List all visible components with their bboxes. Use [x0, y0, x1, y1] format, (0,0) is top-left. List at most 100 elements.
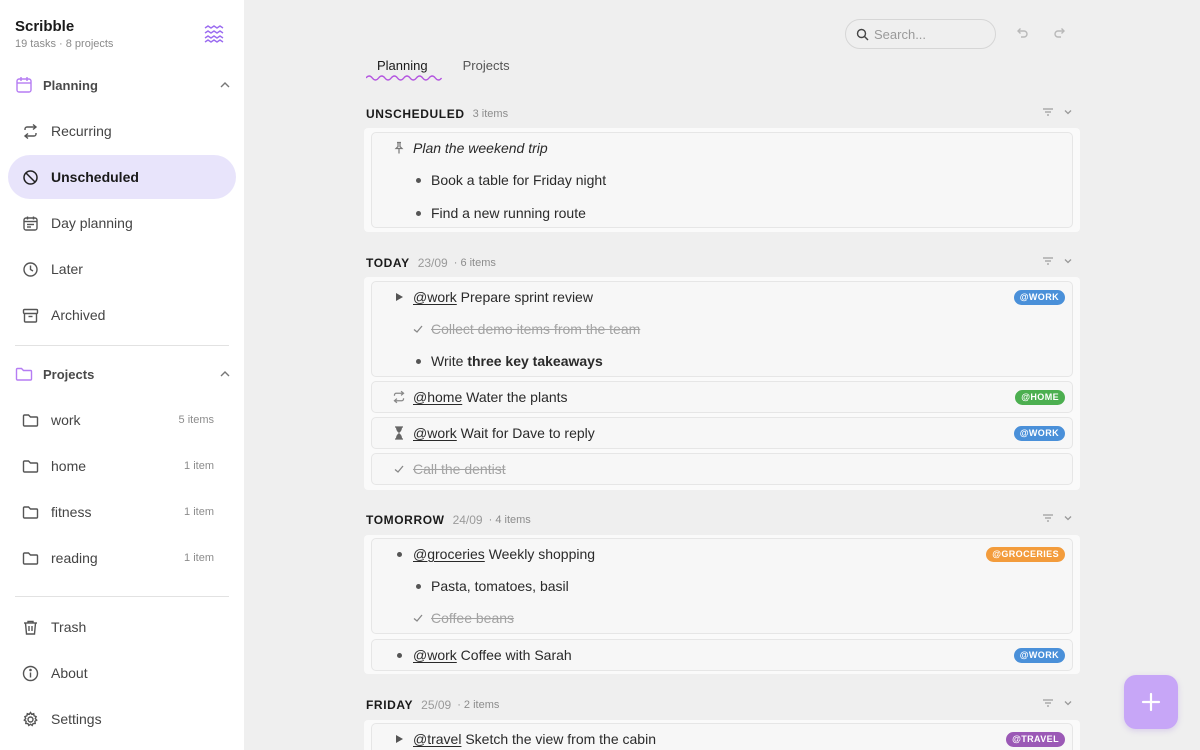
project-mention[interactable]: @work [413, 289, 457, 305]
hourglass-icon [392, 426, 406, 440]
task-row[interactable]: @home Water the plants @HOME [372, 381, 1072, 413]
checkmark-icon[interactable] [411, 611, 425, 625]
checkmark-icon[interactable] [411, 322, 425, 336]
filter-icon[interactable] [1042, 255, 1054, 267]
subtask-row[interactable]: Book a table for Friday night [372, 164, 1072, 196]
task-row[interactable]: Call the dentist [372, 453, 1072, 485]
project-mention[interactable]: @work [413, 647, 457, 663]
app-name: Scribble [15, 18, 75, 35]
archive-icon [22, 307, 39, 324]
chevron-down-icon[interactable] [1062, 512, 1074, 524]
expand-triangle-icon[interactable] [392, 732, 406, 746]
subtask-row[interactable]: Coffee beans [372, 602, 1072, 634]
search-icon [856, 28, 869, 41]
project-label: reading [51, 550, 98, 566]
sidebar-item-later[interactable]: Later [8, 247, 236, 291]
sidebar-item-work[interactable]: work 5 items [8, 398, 236, 442]
tab-projects[interactable]: Projects [452, 58, 521, 73]
sidebar-item-about[interactable]: About [8, 651, 236, 695]
task-text: Book a table for Friday night [431, 172, 607, 188]
chevron-down-icon[interactable] [1062, 106, 1074, 118]
project-tag[interactable]: @GROCERIES [986, 546, 1065, 562]
sidebar-item-fitness[interactable]: fitness 1 item [8, 490, 236, 534]
project-label: home [51, 458, 87, 474]
project-mention[interactable]: @home [413, 389, 462, 405]
project-label: fitness [51, 504, 92, 520]
subtask-row[interactable]: Find a new running route [372, 197, 1072, 229]
filter-icon[interactable] [1042, 106, 1054, 118]
project-mention[interactable]: @groceries [413, 546, 485, 562]
sidebar-item-label: Trash [51, 619, 87, 635]
task-row[interactable]: @groceries Weekly shopping @GROCERIES [372, 538, 1072, 570]
project-tag[interactable]: @WORK [1013, 425, 1065, 441]
project-tag[interactable]: @WORK [1013, 289, 1065, 305]
task-text: Coffee beans [431, 610, 515, 626]
task-text: Call the dentist [413, 461, 506, 477]
sidebar-item-unscheduled[interactable]: Unscheduled [8, 155, 236, 199]
task-row[interactable]: @work Prepare sprint review @WORK [372, 281, 1072, 313]
subtask-row[interactable]: Collect demo items from the team [372, 313, 1072, 345]
task-row[interactable]: @work Coffee with Sarah @WORK [372, 639, 1072, 671]
section-count: · 2 items [457, 699, 500, 711]
chevron-down-icon[interactable] [1062, 697, 1074, 709]
sidebar-item-day-planning[interactable]: Day planning [8, 201, 236, 245]
project-tag[interactable]: @TRAVEL [1006, 731, 1065, 747]
sidebar-item-recurring[interactable]: Recurring [8, 109, 236, 153]
zigzag-logo-icon[interactable] [204, 25, 224, 43]
task-row[interactable]: Plan the weekend trip [372, 132, 1072, 164]
info-icon [22, 665, 39, 682]
subtask-row[interactable]: Write three key takeaways [372, 345, 1072, 377]
chevron-up-icon[interactable] [218, 367, 232, 381]
sidebar-item-archived[interactable]: Archived [8, 293, 236, 337]
task-row[interactable]: @travel Sketch the view from the cabin @… [372, 723, 1072, 750]
task-text: Plan the weekend trip [413, 140, 548, 156]
sidebar-item-home[interactable]: home 1 item [8, 444, 236, 488]
section-title: TODAY [366, 256, 410, 270]
tab-label: Planning [377, 58, 428, 73]
brand: Scribble 19 tasks · 8 projects [15, 18, 113, 50]
project-tag[interactable]: @WORK [1013, 647, 1065, 663]
project-tag[interactable]: @HOME [1015, 389, 1065, 405]
bullet-icon [392, 648, 406, 662]
section-header-today: TODAY 23/09 · 6 items [366, 254, 1074, 272]
filter-icon[interactable] [1042, 512, 1054, 524]
sidebar-item-label: Recurring [51, 123, 112, 139]
task-card: @travel Sketch the view from the cabin @… [371, 723, 1073, 750]
search-input[interactable] [874, 26, 984, 42]
undo-icon[interactable] [1014, 24, 1030, 40]
folder-icon [22, 504, 39, 521]
sidebar-item-settings[interactable]: Settings [8, 697, 236, 741]
project-mention[interactable]: @travel [413, 731, 461, 747]
section-header-unscheduled: UNSCHEDULED 3 items [366, 105, 1074, 123]
folder-icon [22, 550, 39, 567]
expand-triangle-icon[interactable] [392, 290, 406, 304]
section-header-tomorrow: TOMORROW 24/09 · 4 items [366, 511, 1074, 529]
sidebar-item-trash[interactable]: Trash [8, 605, 236, 649]
app-summary: 19 tasks · 8 projects [15, 38, 114, 50]
bullet-icon [411, 173, 425, 187]
projects-section-header[interactable]: Projects [15, 362, 232, 386]
redo-icon[interactable] [1052, 24, 1068, 40]
section-title: FRIDAY [366, 698, 414, 712]
checkmark-icon[interactable] [392, 462, 406, 476]
sidebar-item-reading[interactable]: reading 1 item [8, 536, 236, 580]
search-box[interactable] [845, 19, 996, 49]
task-text: Coffee with Sarah [460, 647, 572, 663]
planning-section-header[interactable]: Planning [15, 73, 232, 97]
task-text-bold: three key takeaways [467, 353, 603, 369]
section-title: UNSCHEDULED [366, 107, 465, 121]
subtask-row[interactable]: Pasta, tomatoes, basil [372, 570, 1072, 602]
tab-planning[interactable]: Planning [366, 58, 442, 81]
task-row[interactable]: @work Wait for Dave to reply @WORK [372, 417, 1072, 449]
projects-section-label: Projects [43, 366, 95, 382]
project-mention[interactable]: @work [413, 425, 457, 441]
filter-icon[interactable] [1042, 697, 1054, 709]
repeat-icon [22, 123, 39, 140]
chevron-down-icon[interactable] [1062, 255, 1074, 267]
task-card: Call the dentist [371, 453, 1073, 485]
trash-icon [22, 619, 39, 636]
pin-icon[interactable] [392, 141, 406, 155]
add-task-button[interactable] [1124, 675, 1178, 729]
task-text: Wait for Dave to reply [460, 425, 595, 441]
chevron-up-icon[interactable] [218, 78, 232, 92]
